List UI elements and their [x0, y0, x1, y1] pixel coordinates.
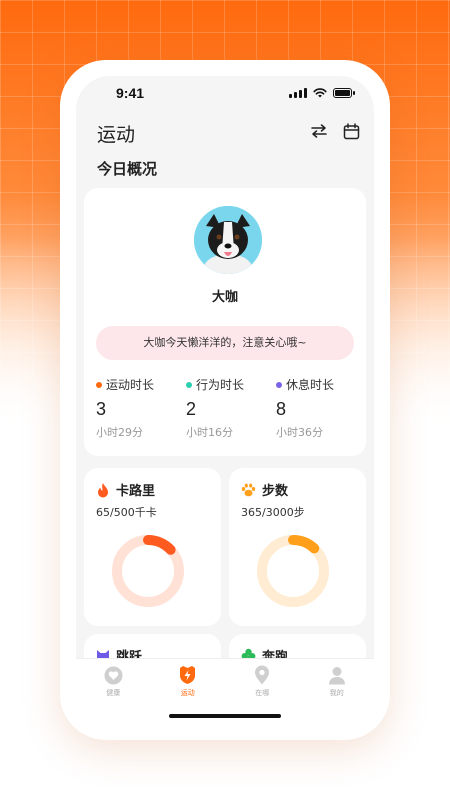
stat-label: 休息时长 [286, 378, 335, 392]
mood-message: 大咖今天懒洋洋的，注意关心哦~ [96, 326, 354, 360]
tab-label: 运动 [180, 689, 195, 697]
stat-value: 3 [96, 399, 107, 419]
swap-icon[interactable] [310, 122, 328, 140]
paw-icon [241, 483, 256, 496]
tab-label: 在哪 [255, 689, 270, 697]
calendar-icon[interactable] [342, 122, 360, 140]
stat-value: 8 [276, 399, 287, 419]
pet-name: 大咖 [211, 290, 238, 305]
tab-health[interactable]: 健康 [76, 659, 151, 724]
tab-label: 健康 [106, 689, 121, 697]
calories-progress-ring [112, 535, 184, 607]
status-bar: 9:41 [76, 76, 374, 116]
calories-card[interactable]: 卡路里 65/500千卡 [84, 468, 221, 626]
teal-dot-icon [186, 381, 192, 388]
steps-card[interactable]: 步数 365/3000步 [229, 468, 366, 626]
stat-rest-duration: 休息时长 8 小时36分 [276, 376, 366, 440]
heart-icon [104, 666, 123, 684]
flame-icon [98, 482, 108, 497]
location-pin-icon [255, 665, 270, 685]
stat-unit: 小时29分 [96, 426, 143, 439]
stat-value: 2 [186, 399, 197, 419]
header-actions [310, 122, 360, 140]
pet-avatar[interactable] [194, 206, 262, 274]
section-title-overview: 今日概况 [97, 160, 158, 178]
app-screen: 9:41 运动 今日概况 大咖 大咖今天懒洋洋的，注意关心哦~ 运动时长 3 小… [76, 76, 374, 724]
orange-dot-icon [96, 381, 102, 388]
person-icon [328, 666, 345, 684]
home-indicator [169, 714, 281, 718]
stat-label: 运动时长 [106, 378, 155, 392]
metric-title: 步数 [262, 484, 289, 499]
stat-behavior-duration: 行为时长 2 小时16分 [186, 376, 276, 440]
page-title: 运动 [97, 124, 136, 146]
stat-unit: 小时16分 [186, 426, 233, 439]
tab-label: 我的 [329, 689, 344, 697]
duration-stats: 运动时长 3 小时29分 行为时长 2 小时16分 休息时长 8 小时36分 [96, 376, 366, 440]
status-icons [289, 88, 355, 98]
metric-progress-text: 65/500千卡 [96, 506, 157, 519]
metric-title: 卡路里 [116, 484, 156, 499]
status-time: 9:41 [116, 85, 145, 101]
tab-profile[interactable]: 我的 [300, 659, 375, 724]
purple-dot-icon [276, 381, 282, 388]
metric-progress-text: 365/3000步 [241, 506, 305, 519]
steps-progress-ring [257, 535, 329, 607]
stat-exercise-duration: 运动时长 3 小时29分 [96, 376, 186, 440]
battery-icon [333, 88, 355, 98]
wifi-icon [313, 88, 327, 98]
stat-label: 行为时长 [196, 378, 245, 392]
lightning-shield-icon [180, 666, 196, 684]
cellular-signal-icon [289, 88, 307, 98]
today-overview-card: 大咖 大咖今天懒洋洋的，注意关心哦~ 运动时长 3 小时29分 行为时长 2 小… [84, 188, 366, 456]
stat-unit: 小时36分 [276, 426, 323, 439]
